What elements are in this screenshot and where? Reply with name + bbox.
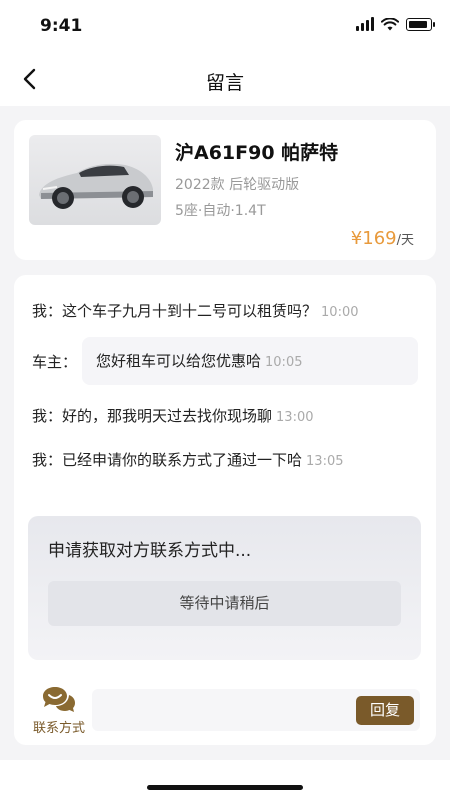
car-plate-model: 沪A61F90 帕萨特 xyxy=(175,142,339,164)
price-amount: ¥169 xyxy=(350,228,397,249)
wifi-icon xyxy=(381,17,399,30)
page-title: 留言 xyxy=(205,72,244,94)
message-time: 10:00 xyxy=(321,305,359,320)
message-speaker: 我： xyxy=(32,451,63,469)
message-speaker: 车主： xyxy=(32,353,78,371)
message-text: 您好租车可以给您优惠哈 xyxy=(96,352,262,370)
reply-button[interactable]: 回复 xyxy=(356,696,414,725)
contact-request-card: 申请获取对方联系方式中... 等待中请稍后 xyxy=(28,516,421,660)
car-image xyxy=(29,135,161,225)
message-text: 这个车子九月十到十二号可以租赁吗？ xyxy=(62,302,318,320)
message-time: 13:05 xyxy=(306,454,344,469)
status-icons xyxy=(356,17,435,31)
message-text: 已经申请你的联系方式了通过一下哈 xyxy=(62,451,303,469)
signal-icon xyxy=(356,17,374,31)
contact-info-label: 联系方式 xyxy=(32,721,85,736)
contact-info-button[interactable]: 联系方式 xyxy=(28,685,90,736)
home-indicator xyxy=(147,785,303,790)
message-time: 10:05 xyxy=(265,355,303,370)
price-unit: /天 xyxy=(396,233,414,248)
waiting-button[interactable]: 等待中请稍后 xyxy=(48,581,401,626)
nav-bar: 留言 xyxy=(0,56,450,106)
chat-card: 我：这个车子九月十到十二号可以租赁吗？ 10:00 车主： 您好租车可以给您优惠哈… xyxy=(14,275,436,745)
bottom-safe-area xyxy=(0,760,450,800)
message-time: 13:00 xyxy=(276,410,314,425)
battery-icon xyxy=(406,17,435,31)
message-speaker: 我： xyxy=(32,302,63,320)
message-item: 我：好的，那我明天过去找你现场聊 13:00 xyxy=(32,405,314,426)
message-bubble: 您好租车可以给您优惠哈 10:05 xyxy=(82,337,418,385)
car-version: 2022款 后轮驱动版 xyxy=(175,177,300,193)
car-specs: 5座·自动·1.4T xyxy=(175,203,266,219)
message-speaker: 我： xyxy=(32,407,63,425)
message-item: 我：这个车子九月十到十二号可以租赁吗？ 10:00 xyxy=(32,300,359,321)
message-item: 我：已经申请你的联系方式了通过一下哈 13:05 xyxy=(32,449,344,470)
message-text: 好的，那我明天过去找你现场聊 xyxy=(62,407,273,425)
status-bar: 9:41 xyxy=(0,0,450,56)
status-time: 9:41 xyxy=(40,16,83,36)
car-card[interactable]: 沪A61F90 帕萨特 2022款 后轮驱动版 5座·自动·1.4T ¥169/… xyxy=(14,120,436,260)
car-price: ¥169/天 xyxy=(351,228,414,249)
request-status-title: 申请获取对方联系方式中... xyxy=(48,541,252,561)
chat-bubbles-icon xyxy=(43,687,75,712)
